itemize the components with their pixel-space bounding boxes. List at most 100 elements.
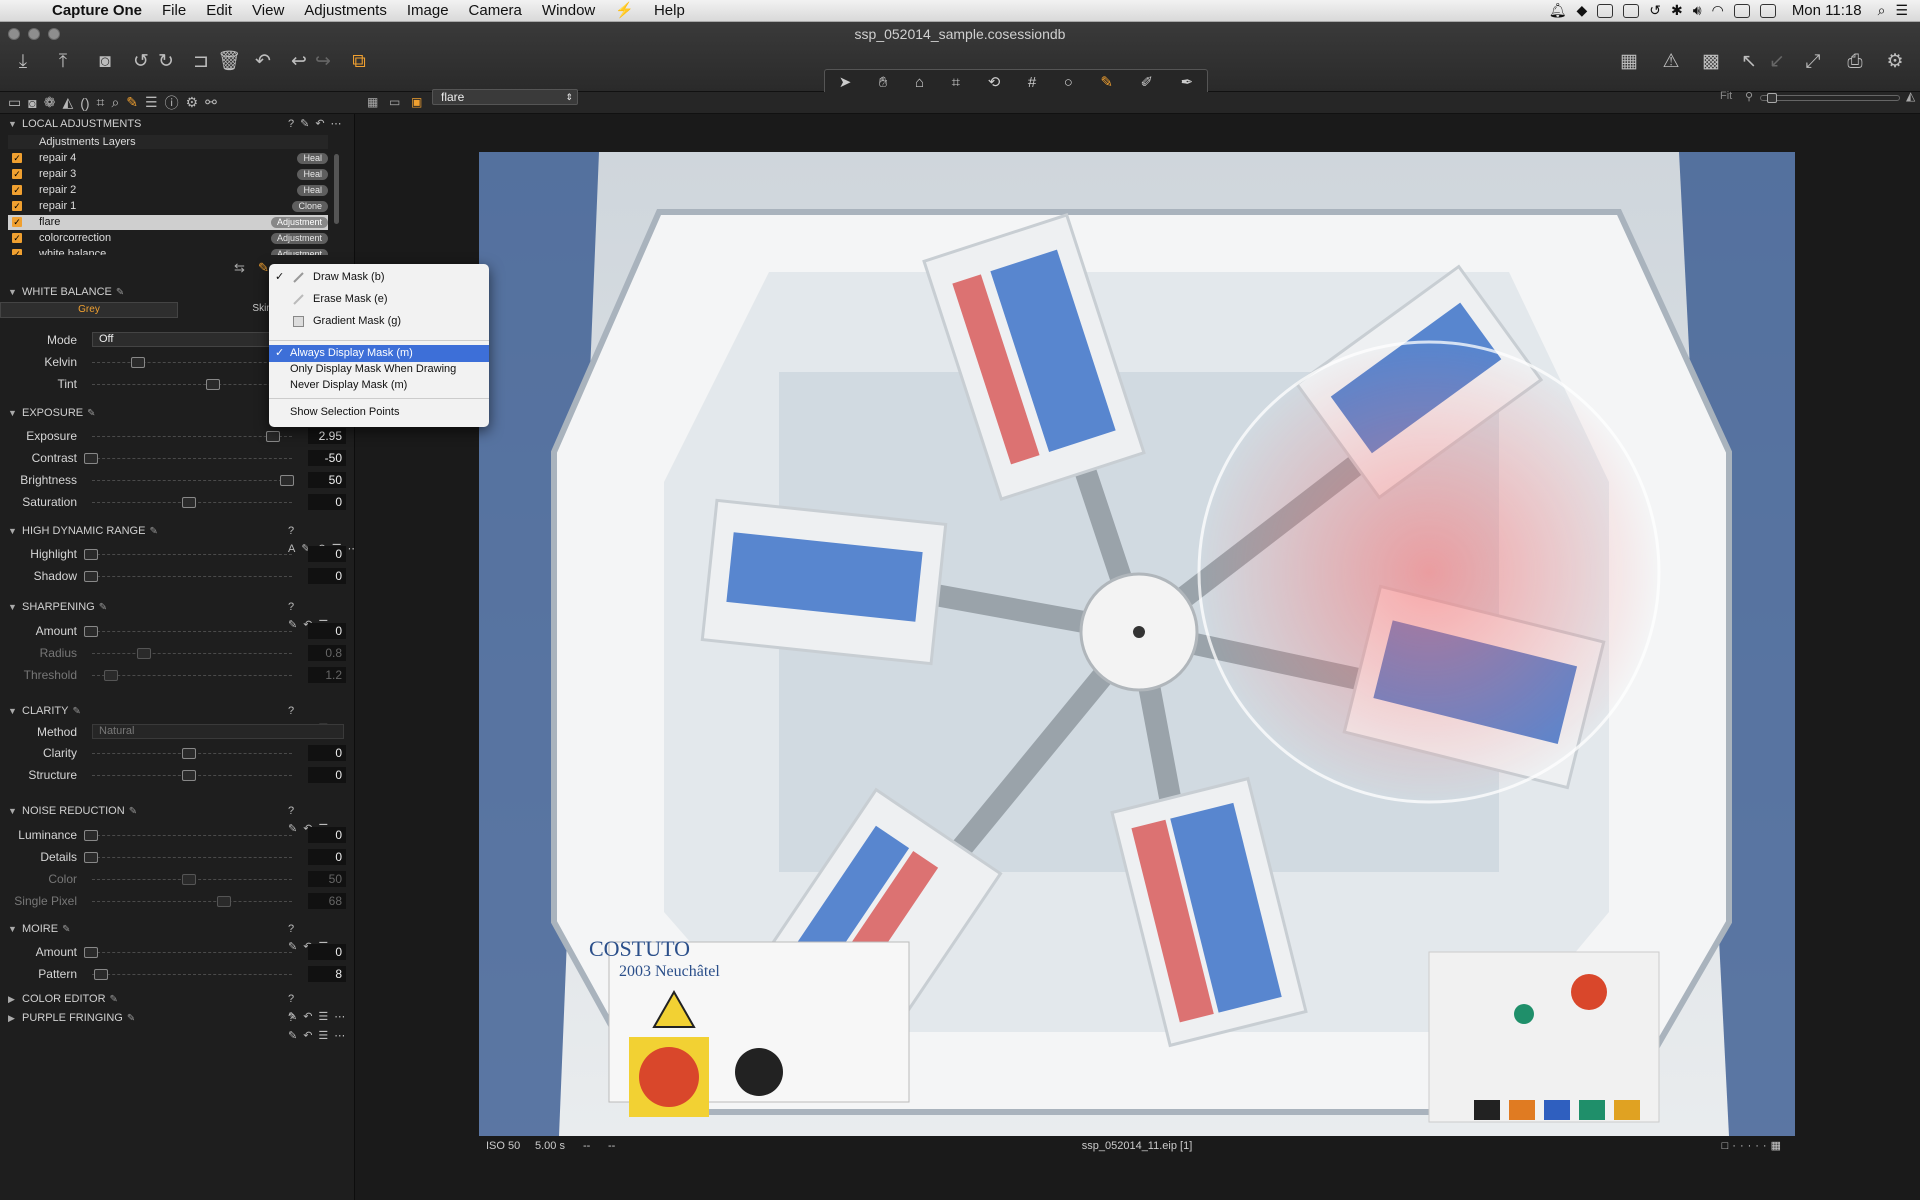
warning-icon[interactable]: ⚠ [1658, 50, 1684, 74]
battery-icon[interactable] [1759, 3, 1776, 18]
rating-dots[interactable]: □·····▦ [1722, 1136, 1785, 1156]
wifi-icon[interactable]: ◠ [1712, 2, 1724, 19]
moire-header[interactable]: ▼MOIRE✎?✎↶☰⋯ [0, 920, 354, 953]
library-tab-icon[interactable]: ▭ [8, 94, 21, 111]
slider-knob[interactable] [104, 670, 118, 681]
import-icon[interactable]: ⤓ [10, 50, 36, 74]
variant-select[interactable]: flare ⇕ [432, 89, 578, 105]
gradient-mask-item[interactable]: Gradient Mask (g) [269, 313, 489, 330]
pan-cursor-icon[interactable]: ✋︎ [879, 74, 888, 91]
section-tools[interactable]: ?✎↶⋯ [288, 115, 348, 133]
output-tab-icon[interactable]: ⚙ [186, 94, 199, 111]
value-field[interactable]: 0 [308, 494, 346, 510]
slider-track[interactable] [92, 554, 292, 555]
fullscreen-icon[interactable]: ⤢ [1800, 50, 1826, 74]
layer-checkbox[interactable]: ✓ [12, 153, 22, 163]
sharpening-header[interactable]: ▼SHARPENING✎?✎↶☰⋯ [0, 598, 354, 631]
menubar-clock[interactable]: Mon 11:18 [1792, 2, 1862, 19]
layer-item[interactable]: ✓ repair 3 Heal [8, 167, 328, 182]
capture-tab-icon[interactable]: ◙ [28, 95, 36, 111]
noise-reduction-header[interactable]: ▼NOISE REDUCTION✎?✎↶☰⋯ [0, 802, 354, 835]
script-menu-icon[interactable]: ⚡ [605, 0, 644, 22]
layer-item[interactable]: ✓ flare Adjustment [8, 215, 328, 230]
clarity-header[interactable]: ▼CLARITY✎?✎↶☰⋯ [0, 702, 354, 735]
slider-knob[interactable] [84, 571, 98, 582]
pencil-icon[interactable]: ✎ [149, 526, 157, 537]
menu-view[interactable]: View [242, 0, 294, 22]
layer-checkbox[interactable]: ✓ [12, 217, 22, 227]
slider-knob[interactable] [266, 431, 280, 442]
bell-icon[interactable]: 🔔︎ [1549, 2, 1567, 19]
layer-item[interactable]: ✓ colorcorrection Adjustment [8, 231, 328, 246]
details-tab-icon[interactable]: ⌕ [111, 94, 119, 111]
swap-icon[interactable]: ⇆ [234, 260, 245, 276]
value-field[interactable]: 50 [308, 871, 346, 887]
value-field[interactable]: 0 [308, 546, 346, 562]
pencil-icon[interactable]: ✎ [129, 806, 137, 817]
slider-knob[interactable] [182, 874, 196, 885]
slider-knob[interactable] [94, 969, 108, 980]
mode-select[interactable]: Off [92, 332, 272, 347]
menu-help[interactable]: Help [644, 0, 695, 22]
collapse-triangle-icon[interactable]: ▼ [8, 598, 17, 616]
keystone-cursor-icon[interactable]: # [1028, 74, 1036, 91]
value-field[interactable]: 68 [308, 893, 346, 909]
tab-grey[interactable]: Grey [0, 302, 178, 318]
layer-item[interactable]: ✓ repair 2 Heal [8, 183, 328, 198]
grid-view-icon[interactable]: ▦ [1616, 50, 1642, 74]
zoom-slider[interactable] [1760, 93, 1900, 103]
pencil-icon[interactable]: ✎ [62, 924, 70, 935]
display-icon[interactable] [1623, 3, 1640, 18]
copy-adjustments-icon[interactable]: ↖ [1736, 50, 1762, 74]
spotlight-icon[interactable]: ⌕ [1878, 2, 1886, 19]
color-editor-header[interactable]: ▶ COLOR EDITOR ✎ ?✎↶☰⋯ [0, 990, 354, 1023]
menu-image[interactable]: Image [397, 0, 459, 22]
status-icon[interactable] [1597, 3, 1614, 18]
never-display-mask-item[interactable]: Never Display Mask (m) [269, 377, 489, 394]
redo-icon[interactable]: ↪ [310, 50, 336, 74]
layer-checkbox[interactable]: ✓ [12, 201, 22, 211]
value-field[interactable]: -50 [308, 450, 346, 466]
erase-mask-item[interactable]: Erase Mask (e) [269, 291, 489, 308]
photo-preview[interactable]: COSTUTO 2003 Neuchâtel [479, 152, 1795, 1136]
slider-track[interactable] [92, 952, 292, 953]
method-select[interactable]: Natural [92, 724, 344, 739]
collapse-triangle-icon[interactable]: ▼ [8, 115, 17, 133]
layer-checkbox[interactable]: ✓ [12, 249, 22, 255]
layers-scrollbar[interactable] [334, 154, 339, 224]
color-tab-icon[interactable]: ❁ [44, 94, 56, 111]
slider-track[interactable] [92, 835, 292, 836]
slider-track[interactable] [92, 857, 292, 858]
draw-mask-item[interactable]: ✓ Draw Mask (b) [269, 269, 489, 286]
layer-item[interactable]: ✓ white balance Adjustment [8, 247, 328, 255]
menu-window[interactable]: Window [532, 0, 605, 22]
pencil-icon[interactable]: ✎ [127, 1013, 135, 1024]
slider-knob[interactable] [84, 852, 98, 863]
slider-track[interactable] [92, 436, 292, 437]
pipette-cursor-icon[interactable]: ✒ [1181, 73, 1194, 91]
menu-edit[interactable]: Edit [196, 0, 242, 22]
layer-checkbox[interactable]: ✓ [12, 185, 22, 195]
lens-tab-icon[interactable]: () [80, 95, 89, 111]
undo-icon[interactable]: ↩ [286, 50, 312, 74]
value-field[interactable]: 1.2 [308, 667, 346, 683]
slider-knob[interactable] [182, 748, 196, 759]
layer-checkbox[interactable]: ✓ [12, 233, 22, 243]
value-field[interactable]: 0 [308, 849, 346, 865]
zoom-icon[interactable]: ◭ [1906, 89, 1915, 103]
slider-knob[interactable] [280, 475, 294, 486]
brush-cursor-icon[interactable]: ✎ [1100, 73, 1113, 91]
loupe-cursor-icon[interactable]: ⌂ [915, 74, 924, 91]
collapse-triangle-icon[interactable]: ▼ [8, 283, 17, 301]
trash-icon[interactable]: 🗑︎ [216, 50, 242, 74]
value-field[interactable]: 0.8 [308, 645, 346, 661]
value-field[interactable]: 50 [308, 472, 346, 488]
slider-knob[interactable] [84, 453, 98, 464]
collapse-triangle-icon[interactable]: ▼ [8, 522, 17, 540]
menu-adjustments[interactable]: Adjustments [294, 0, 397, 22]
slider-track[interactable] [92, 901, 292, 902]
rotate-left-icon[interactable]: ↺ [128, 50, 154, 74]
menu-camera[interactable]: Camera [459, 0, 532, 22]
slider-track[interactable] [92, 631, 292, 632]
multi-view-icon[interactable]: ▦ [367, 95, 378, 109]
